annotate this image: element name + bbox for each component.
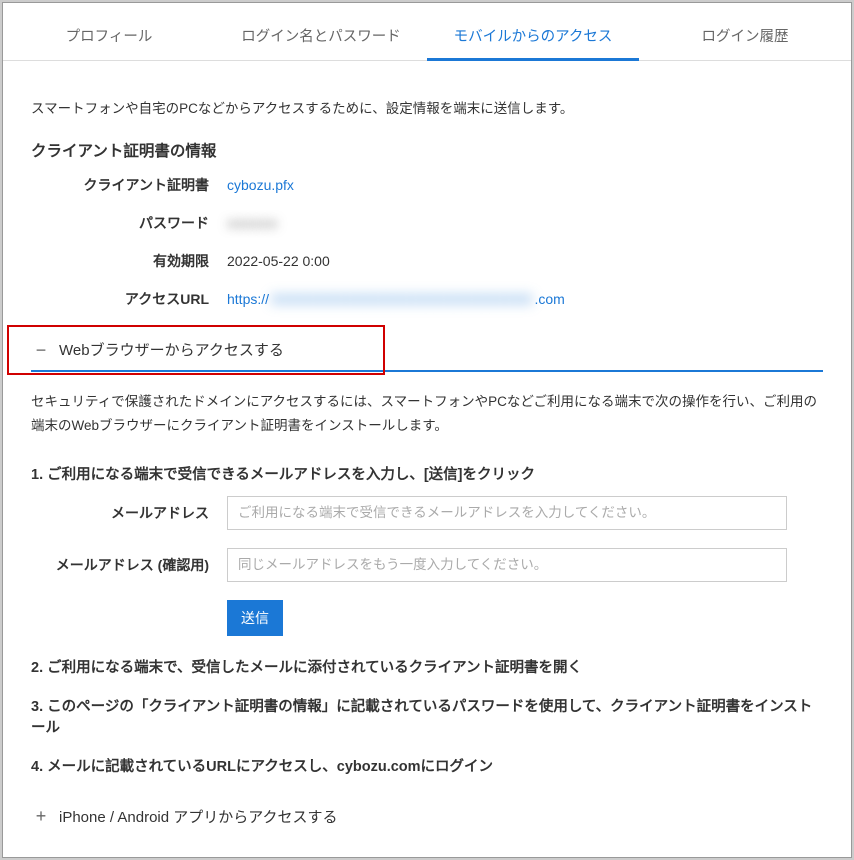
- cert-info: クライアント証明書 cybozu.pfx パスワード ●●●●●● 有効期限 2…: [31, 175, 823, 309]
- tab-profile[interactable]: プロフィール: [3, 15, 215, 60]
- step3-title: 3. このページの「クライアント証明書の情報」に記載されているパスワードを使用し…: [31, 695, 823, 737]
- tab-login-history[interactable]: ログイン履歴: [639, 15, 851, 60]
- cert-download-link[interactable]: cybozu.pfx: [227, 177, 294, 193]
- password-value: ●●●●●●: [227, 215, 278, 231]
- step2-title: 2. ご利用になる端末で、受信したメールに添付されているクライアント証明書を開く: [31, 656, 823, 677]
- access-url-value[interactable]: https://XXXXXXXXXXXXXXXXXXXXXXXXXXXX.com: [227, 291, 565, 307]
- email-confirm-field[interactable]: [227, 548, 787, 582]
- plus-icon: +: [31, 807, 51, 825]
- password-label: パスワード: [31, 213, 227, 233]
- accordion-desc: セキュリティで保護されたドメインにアクセスするには、スマートフォンやPCなどご利…: [31, 390, 823, 439]
- access-url-label: アクセスURL: [31, 289, 227, 309]
- tab-mobile-access[interactable]: モバイルからのアクセス: [427, 15, 639, 60]
- minus-icon: −: [31, 341, 51, 359]
- cert-label: クライアント証明書: [31, 175, 227, 195]
- accordion-web-browser[interactable]: − Webブラウザーからアクセスする: [31, 327, 823, 372]
- tab-login[interactable]: ログイン名とパスワード: [215, 15, 427, 60]
- email-confirm-label: メールアドレス (確認用): [31, 548, 227, 582]
- expiry-label: 有効期限: [31, 251, 227, 271]
- tab-bar: プロフィール ログイン名とパスワード モバイルからのアクセス ログイン履歴: [3, 3, 851, 61]
- step1-title: 1. ご利用になる端末で受信できるメールアドレスを入力し、[送信]をクリック: [31, 463, 823, 484]
- email-field[interactable]: [227, 496, 787, 530]
- accordion-mobile-app[interactable]: + iPhone / Android アプリからアクセスする: [31, 794, 823, 835]
- step4-title: 4. メールに記載されているURLにアクセスし、cybozu.comにログイン: [31, 755, 823, 776]
- accordion-title-2: iPhone / Android アプリからアクセスする: [59, 806, 338, 827]
- send-button[interactable]: 送信: [227, 600, 283, 636]
- expiry-value: 2022-05-22 0:00: [227, 253, 330, 269]
- intro-text: スマートフォンや自宅のPCなどからアクセスするために、設定情報を端末に送信します…: [31, 97, 823, 117]
- url-prefix: https://: [227, 291, 269, 307]
- cert-section-title: クライアント証明書の情報: [31, 139, 823, 161]
- accordion-title: Webブラウザーからアクセスする: [59, 339, 284, 360]
- email-label: メールアドレス: [31, 496, 227, 530]
- url-suffix: .com: [535, 291, 565, 307]
- url-blurred: XXXXXXXXXXXXXXXXXXXXXXXXXXXX: [271, 291, 532, 307]
